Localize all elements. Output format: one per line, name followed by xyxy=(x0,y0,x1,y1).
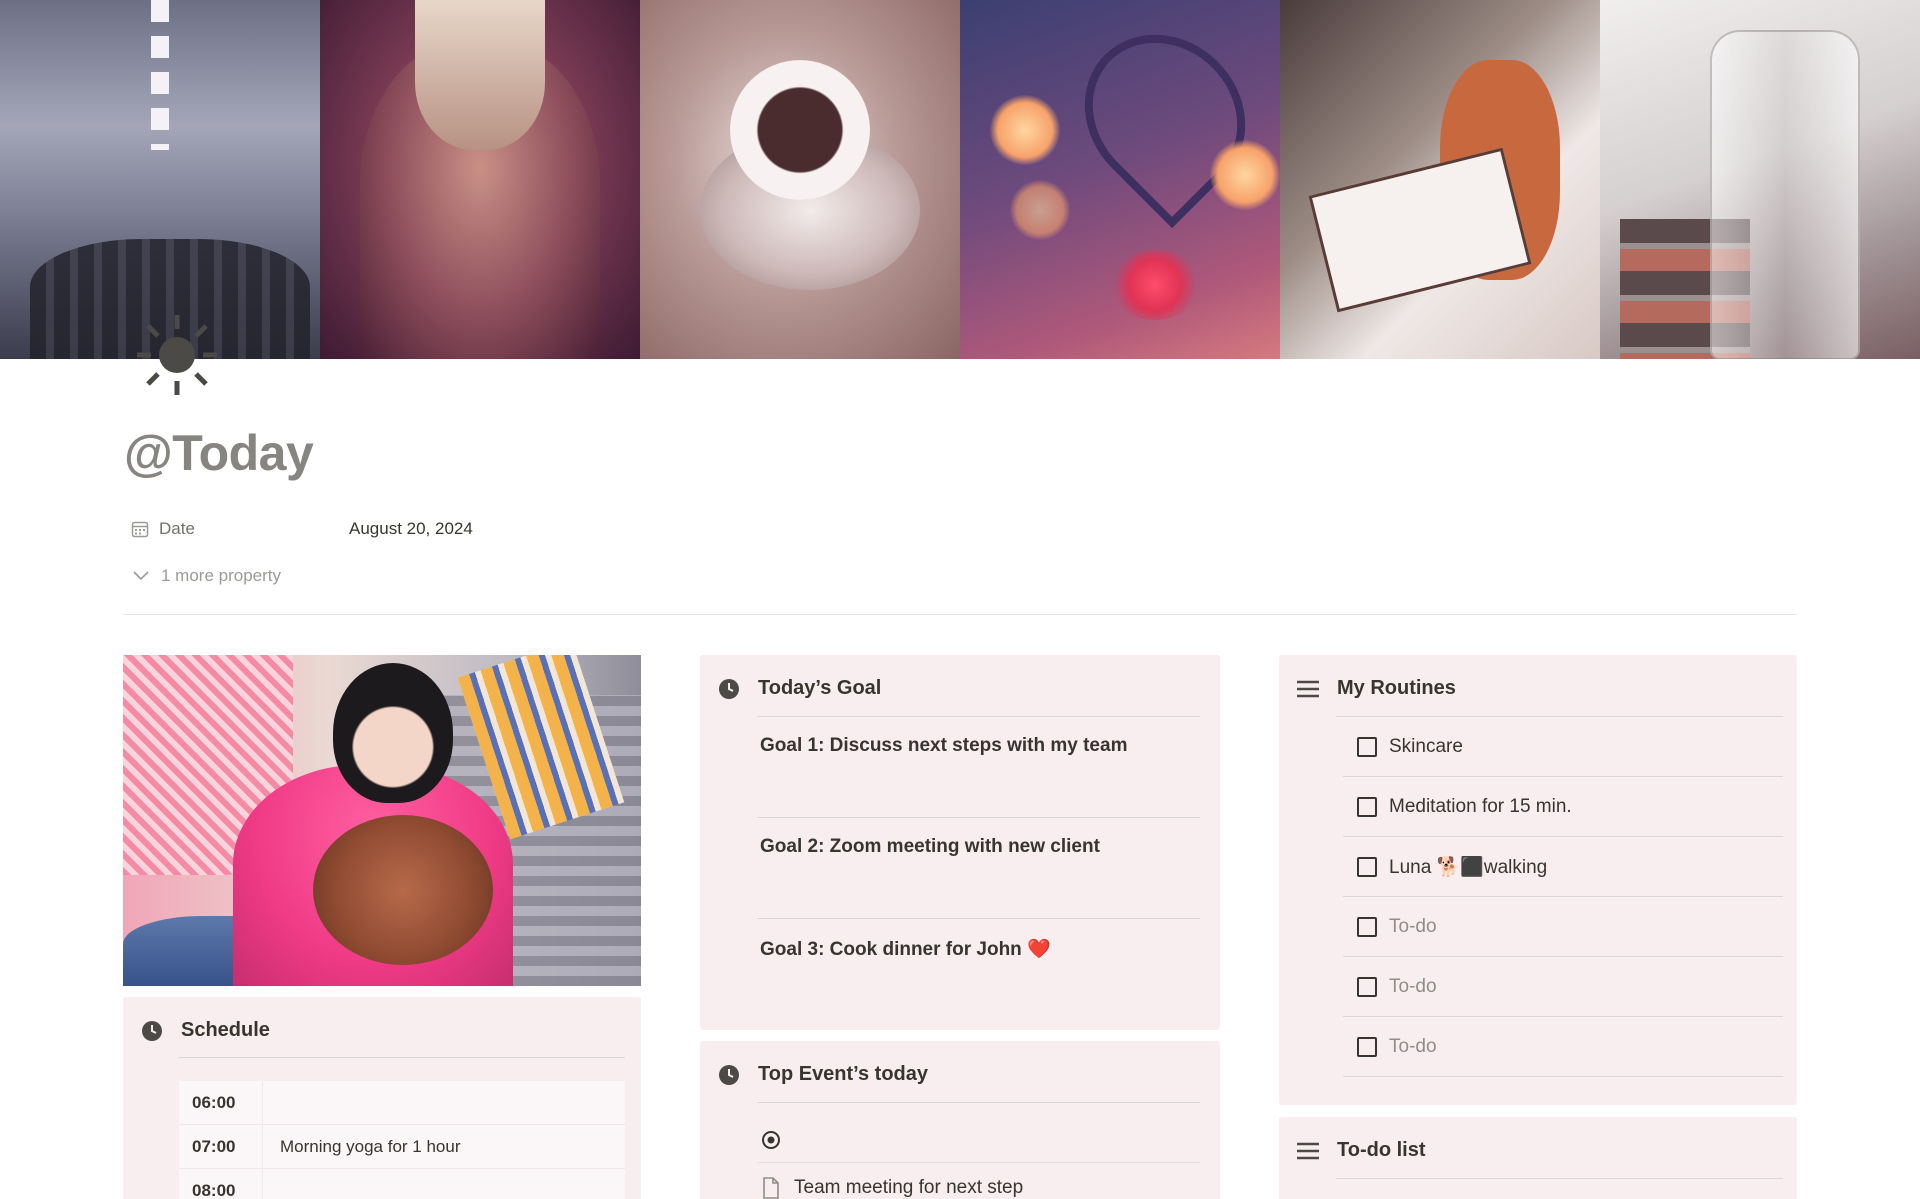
more-properties-toggle[interactable]: 1 more property xyxy=(131,566,281,586)
checkbox[interactable] xyxy=(1357,916,1377,937)
cover-tunnel-photo xyxy=(0,0,320,359)
page-icon xyxy=(763,1177,779,1199)
calendar-icon xyxy=(131,521,149,538)
goal-item[interactable]: Goal 2: Zoom meeting with new client xyxy=(760,836,1100,858)
cover-coffee-photo xyxy=(640,0,960,359)
routine-item[interactable]: To-do xyxy=(1343,897,1783,957)
schedule-task[interactable]: Morning yoga for 1 hour xyxy=(263,1137,461,1157)
my-routines-title: My Routines xyxy=(1337,677,1456,699)
sun-icon[interactable] xyxy=(137,315,217,395)
routine-item[interactable]: To-do xyxy=(1343,957,1783,1017)
routine-item[interactable]: Meditation for 15 min. xyxy=(1343,777,1783,837)
routine-item[interactable]: Skincare xyxy=(1343,717,1783,777)
date-property-value[interactable]: August 20, 2024 xyxy=(349,519,473,539)
header-divider xyxy=(123,614,1797,615)
top-events-title: Top Event’s today xyxy=(758,1063,929,1085)
routine-item[interactable]: Luna 🐕‍⬛walking xyxy=(1343,837,1783,897)
checkbox[interactable] xyxy=(1357,976,1377,997)
cover-reading-photo xyxy=(1280,0,1600,359)
cover-jar-photo xyxy=(1600,0,1920,359)
list-icon xyxy=(1297,680,1319,697)
routine-item[interactable]: To-do xyxy=(1343,1017,1783,1077)
todo-list-card: To-do list xyxy=(1279,1117,1797,1199)
schedule-card: Schedule 06:00 07:00 Morning yoga for 1 … xyxy=(123,997,641,1199)
cover-heart-lights-photo xyxy=(960,0,1280,359)
target-icon xyxy=(762,1131,780,1149)
goal-item[interactable]: Goal 1: Discuss next steps with my team xyxy=(760,735,1127,757)
table-row[interactable]: 07:00 Morning yoga for 1 hour xyxy=(179,1125,625,1169)
routine-label[interactable]: To-do xyxy=(1389,916,1437,938)
schedule-title: Schedule xyxy=(181,1019,270,1041)
routine-label[interactable]: Luna 🐕‍⬛walking xyxy=(1389,855,1547,879)
date-property[interactable]: Date August 20, 2024 xyxy=(131,517,473,541)
routine-label[interactable]: To-do xyxy=(1389,976,1437,998)
routine-label[interactable]: Skincare xyxy=(1389,736,1463,758)
cover-athlete-photo xyxy=(320,0,640,359)
clock-icon xyxy=(142,1020,162,1041)
page-title[interactable]: @Today xyxy=(124,424,314,482)
event-item[interactable]: Team meeting for next step xyxy=(760,1176,1023,1199)
my-routines-card: My Routines Skincare Meditation for 15 m… xyxy=(1279,655,1797,1105)
schedule-time: 07:00 xyxy=(179,1125,263,1168)
list-icon xyxy=(1297,1142,1319,1159)
todays-goal-title: Today’s Goal xyxy=(758,677,882,699)
table-row[interactable]: 08:00 xyxy=(179,1169,625,1199)
chevron-down-icon xyxy=(133,571,149,581)
cover-image[interactable] xyxy=(0,0,1920,359)
todo-list-title: To-do list xyxy=(1337,1139,1426,1161)
checkbox[interactable] xyxy=(1357,796,1377,817)
event-item-label: Team meeting for next step xyxy=(794,1177,1024,1198)
todays-goal-card: Today’s Goal Goal 1: Discuss next steps … xyxy=(700,655,1220,1030)
add-event-button[interactable] xyxy=(760,1129,782,1151)
checkbox[interactable] xyxy=(1357,736,1377,757)
date-property-label: Date xyxy=(159,519,195,538)
top-events-card: Top Event’s today Team meeting for next … xyxy=(700,1041,1220,1199)
table-row[interactable]: 06:00 xyxy=(179,1081,625,1125)
profile-photo xyxy=(123,655,641,986)
schedule-time: 08:00 xyxy=(179,1169,263,1199)
checkbox[interactable] xyxy=(1357,1036,1377,1057)
schedule-table: 06:00 07:00 Morning yoga for 1 hour 08:0… xyxy=(179,1081,625,1199)
goal-item[interactable]: Goal 3: Cook dinner for John ❤️ xyxy=(760,937,1051,961)
clock-icon xyxy=(719,1064,739,1085)
schedule-time: 06:00 xyxy=(179,1081,263,1124)
routine-label[interactable]: Meditation for 15 min. xyxy=(1389,796,1572,818)
routine-label[interactable]: To-do xyxy=(1389,1036,1437,1058)
clock-icon xyxy=(719,678,739,699)
checkbox[interactable] xyxy=(1357,856,1377,877)
more-properties-label: 1 more property xyxy=(161,566,281,585)
